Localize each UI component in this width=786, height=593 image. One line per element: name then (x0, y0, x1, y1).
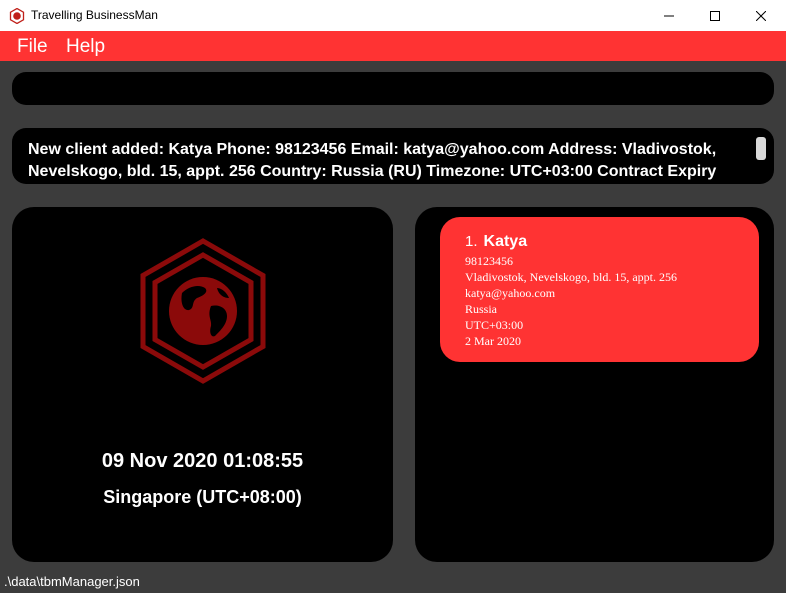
client-country: Russia (465, 302, 498, 316)
status-file-path: .\data\tbmManager.json (4, 574, 140, 589)
client-list-panel: 1. Katya 98123456 Vladivostok, Nevelskogo… (415, 207, 774, 562)
window-title: Travelling BusinessMan (31, 8, 158, 22)
client-timezone: UTC+03:00 (465, 318, 524, 332)
clock-panel: 09 Nov 2020 01:08:55 Singapore (UTC+08:0… (12, 207, 393, 562)
maximize-button[interactable] (692, 0, 738, 31)
client-address: Vladivostok, Nevelskogo, bld. 15, appt. … (465, 270, 677, 284)
minimize-icon (664, 15, 674, 16)
menu-help[interactable]: Help (66, 36, 105, 58)
title-bar: Travelling BusinessMan (0, 0, 786, 31)
maximize-icon (710, 10, 720, 21)
result-display[interactable]: New client added: Katya Phone: 98123456 … (12, 128, 774, 184)
client-name: Katya (483, 233, 528, 250)
minimize-button[interactable] (646, 0, 692, 31)
command-input[interactable] (12, 72, 774, 105)
clock-timezone: Singapore (UTC+08:00) (103, 487, 302, 507)
client-contract-expiry: 2 Mar 2020 (465, 334, 521, 348)
client-phone: 98123456 (465, 254, 513, 268)
client-card[interactable]: 1. Katya 98123456 Vladivostok, Nevelskogo… (440, 217, 759, 362)
result-scrollbar[interactable] (756, 137, 766, 160)
result-text: New client added: Katya Phone: 98123456 … (28, 141, 717, 180)
menu-bar: File Help (0, 31, 786, 61)
clock-datetime: 09 Nov 2020 01:08:55 (101, 450, 304, 472)
app-icon (9, 8, 25, 24)
client-details: 98123456 Vladivostok, Nevelskogo, bld. 1… (465, 253, 677, 349)
client-email: katya@yahoo.com (465, 286, 556, 300)
menu-file[interactable]: File (17, 36, 48, 58)
close-icon (756, 10, 766, 21)
client-index: 1. (465, 233, 478, 250)
globe-hexagon-icon (140, 238, 266, 384)
client-header: 1. Katya (465, 233, 527, 251)
close-button[interactable] (738, 0, 784, 31)
